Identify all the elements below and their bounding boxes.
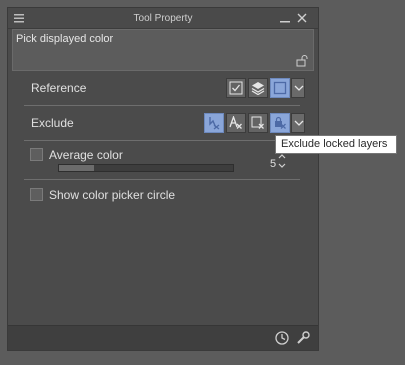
reset-settings-icon[interactable] <box>274 330 290 346</box>
exclude-edit-icon <box>251 116 264 129</box>
tool-name-box: Pick displayed color <box>12 29 314 71</box>
reference-checkbox-button[interactable] <box>226 78 246 98</box>
reference-label: Reference <box>31 81 87 95</box>
exclude-locked-icon <box>275 116 286 129</box>
minimize-icon[interactable] <box>280 12 290 24</box>
show-picker-circle-label: Show color picker circle <box>49 188 176 202</box>
average-color-slider[interactable] <box>58 164 234 172</box>
spinner-arrows-icon[interactable] <box>277 153 287 169</box>
exclude-label: Exclude <box>31 116 74 130</box>
window-title: Tool Property <box>133 13 193 24</box>
exclude-row: Exclude <box>26 107 305 139</box>
exclude-paper-icon <box>209 117 220 130</box>
exclude-edit-button[interactable] <box>248 113 268 133</box>
exclude-text-button[interactable] <box>226 113 246 133</box>
title-bar: Tool Property <box>8 8 318 29</box>
exclude-locked-button[interactable] <box>270 113 290 133</box>
wrench-icon[interactable] <box>295 330 311 346</box>
checkbox-icon <box>229 81 243 95</box>
panel-footer <box>8 325 318 350</box>
divider <box>24 179 300 180</box>
chevron-down-icon <box>294 120 304 126</box>
average-color-checkbox[interactable] <box>30 148 43 161</box>
divider <box>24 140 300 141</box>
chevron-down-icon <box>294 85 304 91</box>
exclude-dropdown[interactable] <box>291 113 305 133</box>
unlock-icon[interactable] <box>296 54 308 67</box>
reference-row: Reference <box>26 72 305 104</box>
show-picker-circle-checkbox[interactable] <box>30 188 43 201</box>
average-color-value: 5 <box>270 158 277 170</box>
slider-fill <box>59 165 94 171</box>
exclude-text-icon <box>229 116 242 129</box>
tool-name: Pick displayed color <box>16 33 114 45</box>
tooltip: Exclude locked layers <box>275 135 397 154</box>
tool-property-panel: Tool Property Pick displayed color Refer… <box>7 7 319 351</box>
reference-layers-button[interactable] <box>248 78 268 98</box>
average-color-label: Average color <box>49 148 123 162</box>
exclude-paper-button[interactable] <box>204 113 224 133</box>
close-icon[interactable] <box>296 12 308 24</box>
reference-dropdown[interactable] <box>291 78 305 98</box>
divider <box>24 105 300 106</box>
reference-frame-button[interactable] <box>270 78 290 98</box>
frame-icon <box>273 81 287 95</box>
layers-icon <box>251 82 265 95</box>
